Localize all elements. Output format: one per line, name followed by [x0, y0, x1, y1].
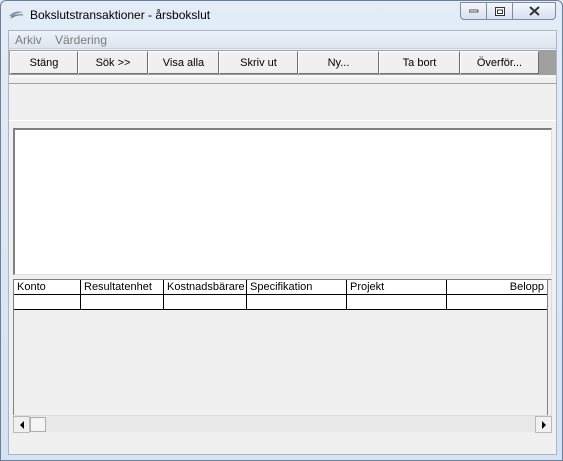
window-title: Bokslutstransaktioner - årsbokslut: [30, 8, 211, 22]
arrow-right-icon: [541, 420, 546, 429]
menu-arkiv[interactable]: Arkiv: [15, 33, 42, 47]
close-icon: [528, 6, 540, 16]
table-cell[interactable]: [447, 295, 548, 309]
column-header-kostnadsbarare[interactable]: Kostnadsbärare: [164, 280, 247, 295]
arrow-left-icon: [19, 420, 24, 429]
maximize-button[interactable]: [487, 2, 513, 20]
minimize-button[interactable]: [460, 2, 487, 20]
menu-vardering[interactable]: Värdering: [55, 33, 107, 47]
column-header-belopp[interactable]: Belopp: [447, 280, 548, 295]
table-cell[interactable]: [247, 295, 347, 309]
vertical-scrollbar[interactable]: [547, 280, 551, 416]
stang-button[interactable]: Stäng: [10, 51, 78, 74]
transaction-grid[interactable]: Konto Resultatenhet Kostnadsbärare Speci…: [13, 279, 552, 432]
table-cell[interactable]: [347, 295, 447, 309]
horizontal-scrollbar[interactable]: [13, 415, 552, 433]
table-row[interactable]: [14, 295, 548, 310]
table-cell[interactable]: [14, 295, 81, 309]
column-header-konto[interactable]: Konto: [14, 280, 81, 295]
client-area: Arkiv Värdering Stäng Sök >> Visa alla S…: [8, 30, 557, 455]
skriv-ut-button[interactable]: Skriv ut: [219, 51, 298, 74]
visa-alla-button[interactable]: Visa alla: [148, 51, 219, 74]
column-header-specifikation[interactable]: Specifikation: [247, 280, 347, 295]
column-header-resultatenhet[interactable]: Resultatenhet: [81, 280, 164, 295]
app-icon: [9, 11, 24, 19]
scroll-thumb[interactable]: [30, 417, 46, 432]
ta-bort-button[interactable]: Ta bort: [379, 51, 460, 74]
menu-bar: Arkiv Värdering: [9, 31, 556, 49]
text-area[interactable]: [13, 128, 552, 275]
table-cell[interactable]: [164, 295, 247, 309]
caption-buttons: [460, 2, 556, 20]
overfor-button[interactable]: Överför...: [460, 51, 539, 74]
minimize-icon: [468, 9, 478, 13]
scroll-right-button[interactable]: [535, 416, 552, 433]
close-button[interactable]: [513, 2, 556, 20]
application-window: Bokslutstransaktioner - årsbokslut Arkiv…: [0, 0, 563, 461]
title-bar[interactable]: Bokslutstransaktioner - årsbokslut: [1, 1, 562, 29]
column-header-projekt[interactable]: Projekt: [347, 280, 447, 295]
filter-panel: [9, 83, 556, 121]
sok-button[interactable]: Sök >>: [78, 51, 148, 74]
scroll-left-button[interactable]: [13, 416, 30, 433]
toolbar: Stäng Sök >> Visa alla Skriv ut Ny... Ta…: [9, 50, 556, 75]
toolbar-separator: [9, 76, 556, 77]
table-cell[interactable]: [81, 295, 164, 309]
restore-icon: [494, 6, 505, 16]
ny-button[interactable]: Ny...: [298, 51, 379, 74]
grid-header: Konto Resultatenhet Kostnadsbärare Speci…: [14, 280, 548, 295]
